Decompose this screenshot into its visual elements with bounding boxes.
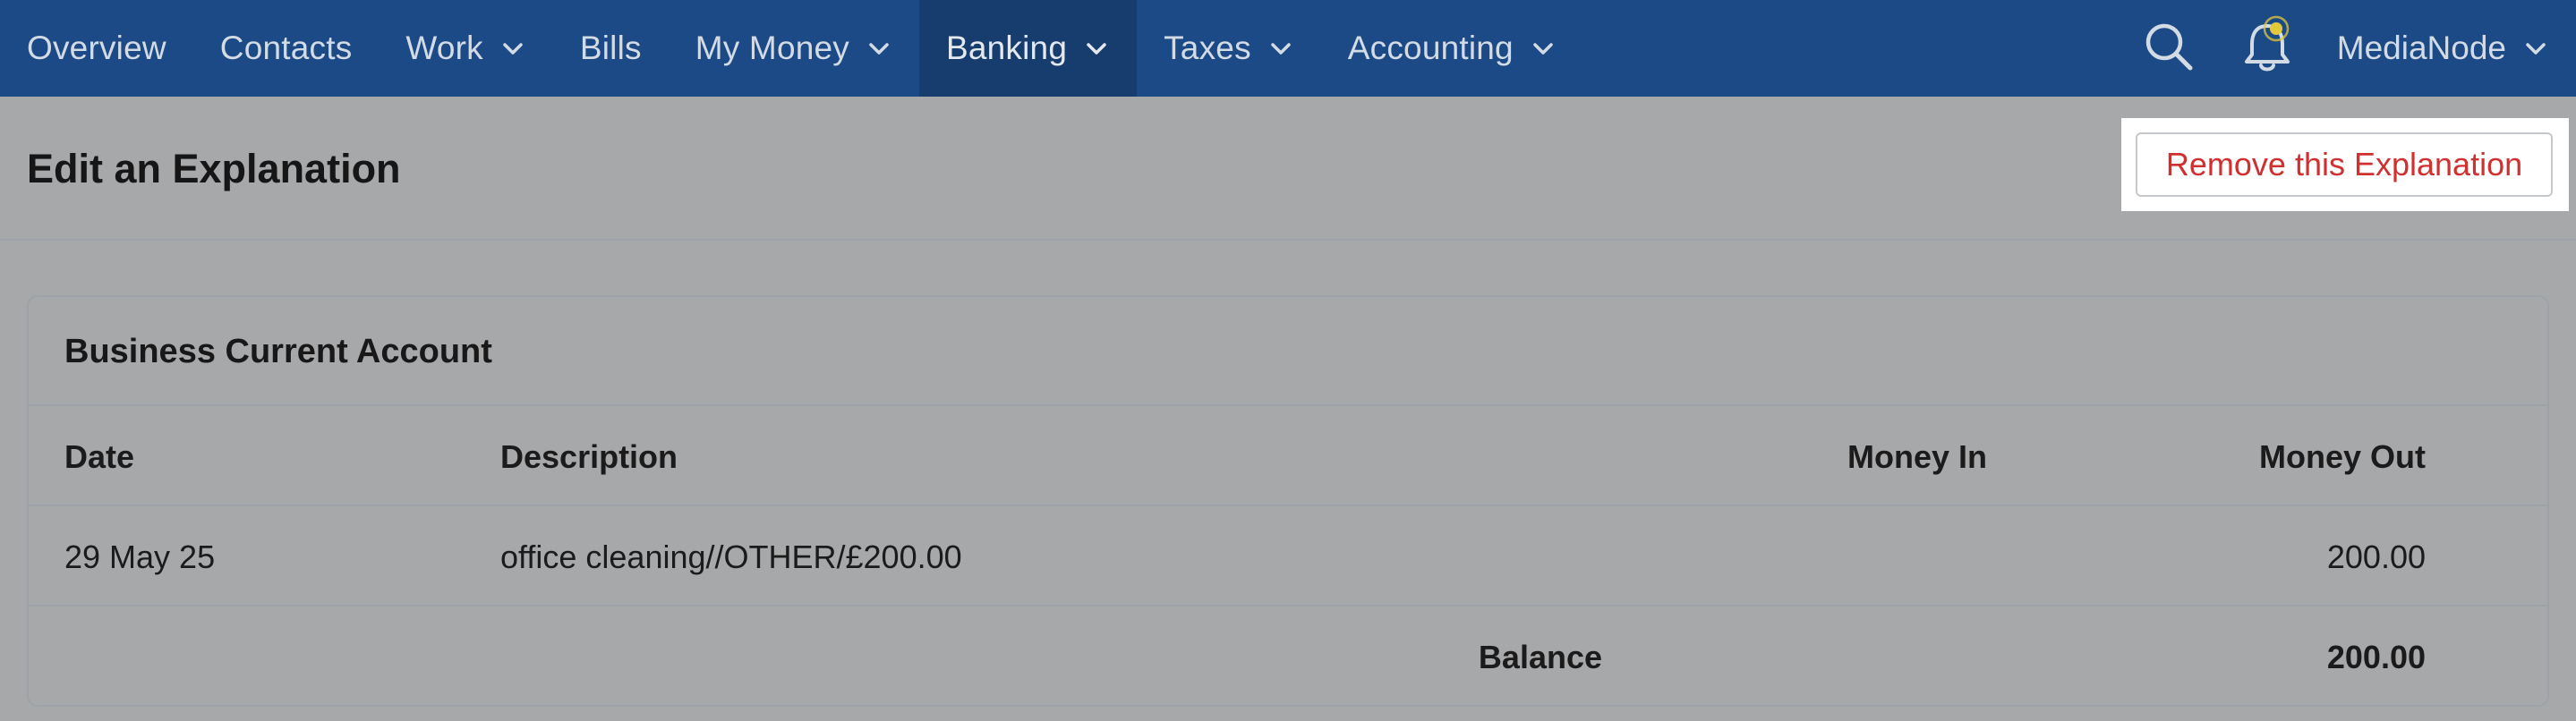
nav-item-label: Work [405,30,483,66]
search-icon [2142,20,2196,78]
bank-account-name: Business Current Account [64,333,492,370]
nav-item-banking[interactable]: Banking [918,0,1138,97]
column-header-money-in: Money In [1847,438,1987,475]
nav-item-accounting[interactable]: Accounting [1321,0,1583,97]
main-nav-menu: Overview Contacts Work Bills My Money Ba… [0,0,1583,97]
column-header-date: Date [64,438,135,475]
nav-item-work[interactable]: Work [379,0,552,97]
account-name: MediaNode [2336,30,2506,66]
nav-item-label: Banking [945,30,1068,66]
divider [29,505,2547,506]
chevron-down-icon [2522,35,2549,62]
search-button[interactable] [2140,20,2197,77]
nav-item-label: Bills [579,30,642,66]
bell-icon [2239,15,2296,82]
nav-item-overview[interactable]: Overview [0,0,193,97]
page-title: Edit an Explanation [27,146,401,191]
chevron-down-icon [866,35,892,62]
nav-item-bills[interactable]: Bills [553,0,669,97]
nav-item-label: Taxes [1164,30,1251,66]
nav-item-contacts[interactable]: Contacts [193,0,380,97]
balance-value: 200.00 [2326,639,2426,675]
top-navigation-bar: Overview Contacts Work Bills My Money Ba… [0,0,2576,97]
remove-button-highlight: Remove this Explanation [2121,118,2569,211]
page-header: Edit an Explanation Remove this Explanat… [0,97,2576,241]
transaction-date: 29 May 25 [64,539,216,575]
nav-item-label: Accounting [1347,30,1514,66]
nav-item-label: My Money [695,30,849,66]
chevron-down-icon [499,35,526,62]
chevron-down-icon [1267,35,1294,62]
transaction-money-out: 200.00 [2326,539,2426,575]
divider [29,605,2547,606]
remove-explanation-button[interactable]: Remove this Explanation [2136,132,2553,197]
nav-item-label: Overview [27,30,166,66]
transaction-description: office cleaning//OTHER/£200.00 [500,539,962,575]
chevron-down-icon [1083,35,1110,62]
balance-label: Balance [1478,639,1602,675]
account-menu[interactable]: MediaNode [2337,30,2576,67]
nav-item-my-money[interactable]: My Money [669,0,919,97]
column-header-money-out: Money Out [2259,438,2426,475]
bank-account-card: Business Current Account Date Descriptio… [27,295,2549,707]
column-header-description: Description [500,438,678,475]
chevron-down-icon [1530,35,1557,62]
nav-item-taxes[interactable]: Taxes [1137,0,1321,97]
nav-utilities: MediaNode [2140,0,2576,97]
notifications-button[interactable] [2239,15,2296,77]
divider [29,404,2547,406]
nav-item-label: Contacts [219,30,353,66]
